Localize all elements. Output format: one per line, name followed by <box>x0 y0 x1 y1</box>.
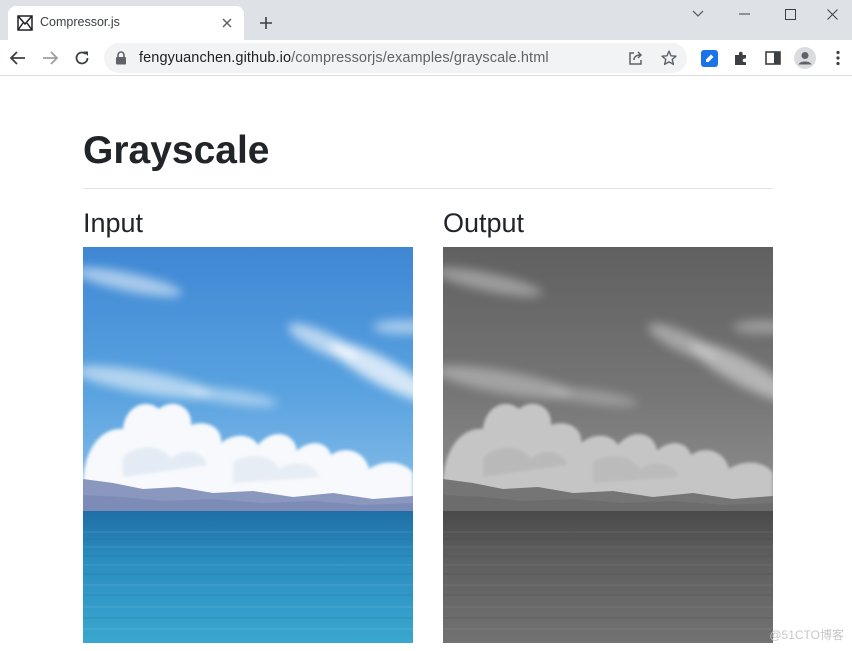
tab-strip: Compressor.js <box>0 0 852 40</box>
tab-title: Compressor.js <box>40 15 120 29</box>
forward-arrow-icon[interactable] <box>37 45 63 71</box>
extension-blue-icon[interactable] <box>697 46 721 70</box>
new-tab-plus-icon[interactable] <box>254 11 278 35</box>
output-image <box>443 247 773 643</box>
minimize-icon[interactable] <box>721 0 767 28</box>
reload-icon[interactable] <box>69 45 95 71</box>
more-menu-icon[interactable] <box>826 46 850 70</box>
lock-icon[interactable] <box>115 51 129 65</box>
back-arrow-icon[interactable] <box>5 45 31 71</box>
compressor-favicon-icon <box>17 15 33 31</box>
side-panel-icon[interactable] <box>761 46 785 70</box>
browser-toolbar: fengyuanchen.github.io/compressorjs/exam… <box>0 40 852 76</box>
maximize-icon[interactable] <box>767 0 813 28</box>
close-tab-icon[interactable] <box>218 14 236 32</box>
extensions-puzzle-icon[interactable] <box>729 46 753 70</box>
browser-tab[interactable]: Compressor.js <box>8 6 244 40</box>
url-host: fengyuanchen.github.io <box>139 50 292 66</box>
share-icon[interactable] <box>626 48 646 68</box>
page-title: Grayscale <box>83 129 270 172</box>
output-heading: Output <box>443 208 525 238</box>
title-divider <box>83 188 773 189</box>
watermark-text: @51CTO博客 <box>769 628 844 642</box>
profile-avatar-icon[interactable] <box>793 46 817 70</box>
tab-search-chevron-icon[interactable] <box>675 0 721 28</box>
url-path: /compressorjs/examples/grayscale.html <box>291 50 549 66</box>
close-window-icon[interactable] <box>813 0 852 28</box>
bookmark-star-icon[interactable] <box>659 48 679 68</box>
url-text[interactable]: fengyuanchen.github.io/compressorjs/exam… <box>139 50 549 66</box>
input-image <box>83 247 413 643</box>
input-heading: Input <box>83 208 144 238</box>
address-bar[interactable]: fengyuanchen.github.io/compressorjs/exam… <box>104 43 687 73</box>
